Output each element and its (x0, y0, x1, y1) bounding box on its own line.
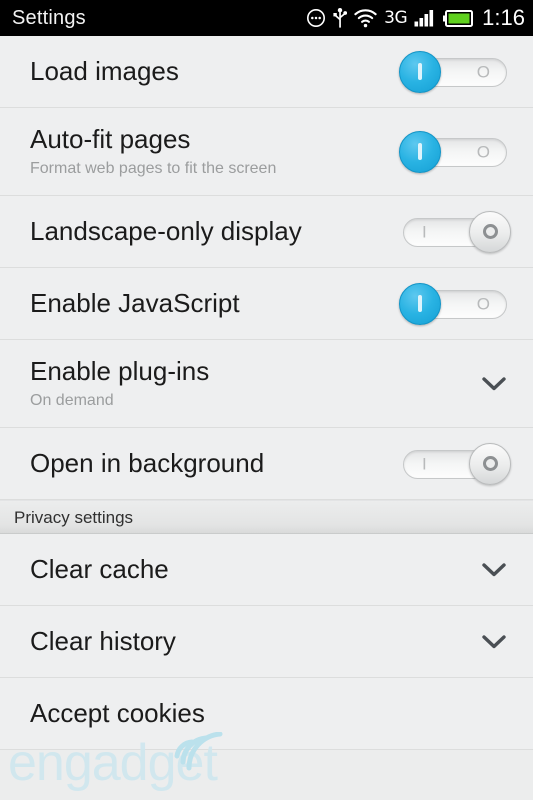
toggle-on-mark-icon (418, 295, 422, 312)
row-accessory: O (399, 130, 511, 173)
settings-row-accept-cookies[interactable]: Accept cookies (0, 678, 533, 750)
battery-icon (443, 9, 474, 27)
toggle-knob (399, 50, 441, 93)
status-bar: Settings 3G 1:16 (0, 0, 533, 36)
row-text-block: Open in background (30, 447, 387, 478)
toggle-on-mark-icon (418, 63, 422, 80)
toggle-track-mark-off: O (476, 294, 490, 314)
row-title: Accept cookies (30, 697, 205, 728)
toggle-off-mark-icon (482, 224, 498, 239)
toggle-track-mark-off: O (476, 62, 490, 82)
toggle-track-mark-on: I (422, 454, 427, 474)
row-text-block: Auto-fit pages Format web pages to fit t… (30, 123, 387, 178)
row-text-block: Accept cookies (30, 697, 499, 728)
phone-screen: Settings 3G 1:16 Load images O Auto-fit … (0, 0, 533, 800)
wifi-icon (354, 8, 377, 27)
chevron-down-icon[interactable] (477, 553, 511, 587)
row-subtitle: Format web pages to fit the screen (30, 159, 277, 177)
usb-icon (333, 7, 348, 28)
toggle-track-mark-off: O (476, 142, 490, 162)
section-header-label: Privacy settings (14, 507, 134, 527)
network-type-label: 3G (384, 7, 408, 28)
row-title: Open in background (30, 447, 265, 478)
row-title: Enable JavaScript (30, 287, 240, 318)
row-title: Clear history (30, 625, 176, 656)
toggle-off-mark-icon (482, 456, 498, 471)
toggle-landscape-only-display[interactable]: I (399, 210, 511, 253)
row-text-block: Enable JavaScript (30, 287, 387, 318)
notifications-overflow-icon (307, 9, 326, 27)
row-text-block: Enable plug-ins On demand (30, 355, 465, 410)
chevron-down-icon[interactable] (477, 367, 511, 401)
row-accessory: O (399, 282, 511, 325)
row-text-block: Landscape-only display (30, 215, 387, 246)
status-bar-clock: 1:16 (482, 5, 525, 30)
row-title: Load images (30, 55, 179, 86)
row-title: Enable plug-ins (30, 355, 210, 386)
row-title: Auto-fit pages (30, 123, 191, 154)
row-text-block: Clear cache (30, 553, 465, 584)
signal-bars-icon (414, 10, 434, 27)
toggle-load-images[interactable]: O (399, 50, 511, 93)
row-title: Landscape-only display (30, 215, 302, 246)
status-bar-indicators: 3G 1:16 (306, 7, 525, 29)
toggle-knob (469, 210, 511, 253)
row-text-block: Clear history (30, 625, 465, 656)
chevron-down-icon[interactable] (477, 625, 511, 659)
toggle-track-mark-on: I (422, 222, 427, 242)
settings-row-enable-plug-ins[interactable]: Enable plug-ins On demand (0, 340, 533, 428)
settings-row-enable-javascript[interactable]: Enable JavaScript O (0, 268, 533, 340)
settings-row-open-in-background[interactable]: Open in background I (0, 428, 533, 500)
toggle-knob (399, 282, 441, 325)
row-accessory: I (399, 442, 511, 485)
section-header-privacy-settings: Privacy settings (0, 500, 533, 534)
settings-list: Load images O Auto-fit pages Format web … (0, 36, 533, 750)
settings-row-load-images[interactable]: Load images O (0, 36, 533, 108)
toggle-knob (469, 442, 511, 485)
row-accessory: O (399, 50, 511, 93)
toggle-knob (399, 130, 441, 173)
row-text-block: Load images (30, 55, 387, 86)
toggle-enable-javascript[interactable]: O (399, 282, 511, 325)
settings-row-landscape-only-display[interactable]: Landscape-only display I (0, 196, 533, 268)
settings-row-clear-cache[interactable]: Clear cache (0, 534, 533, 606)
app-title: Settings (12, 6, 86, 29)
toggle-on-mark-icon (418, 143, 422, 160)
row-accessory: I (399, 210, 511, 253)
settings-row-clear-history[interactable]: Clear history (0, 606, 533, 678)
toggle-auto-fit-pages[interactable]: O (399, 130, 511, 173)
settings-row-auto-fit-pages[interactable]: Auto-fit pages Format web pages to fit t… (0, 108, 533, 196)
row-accessory (477, 367, 511, 401)
row-accessory (477, 625, 511, 659)
row-accessory (477, 553, 511, 587)
row-title: Clear cache (30, 553, 169, 584)
row-subtitle: On demand (30, 391, 114, 409)
toggle-open-in-background[interactable]: I (399, 442, 511, 485)
